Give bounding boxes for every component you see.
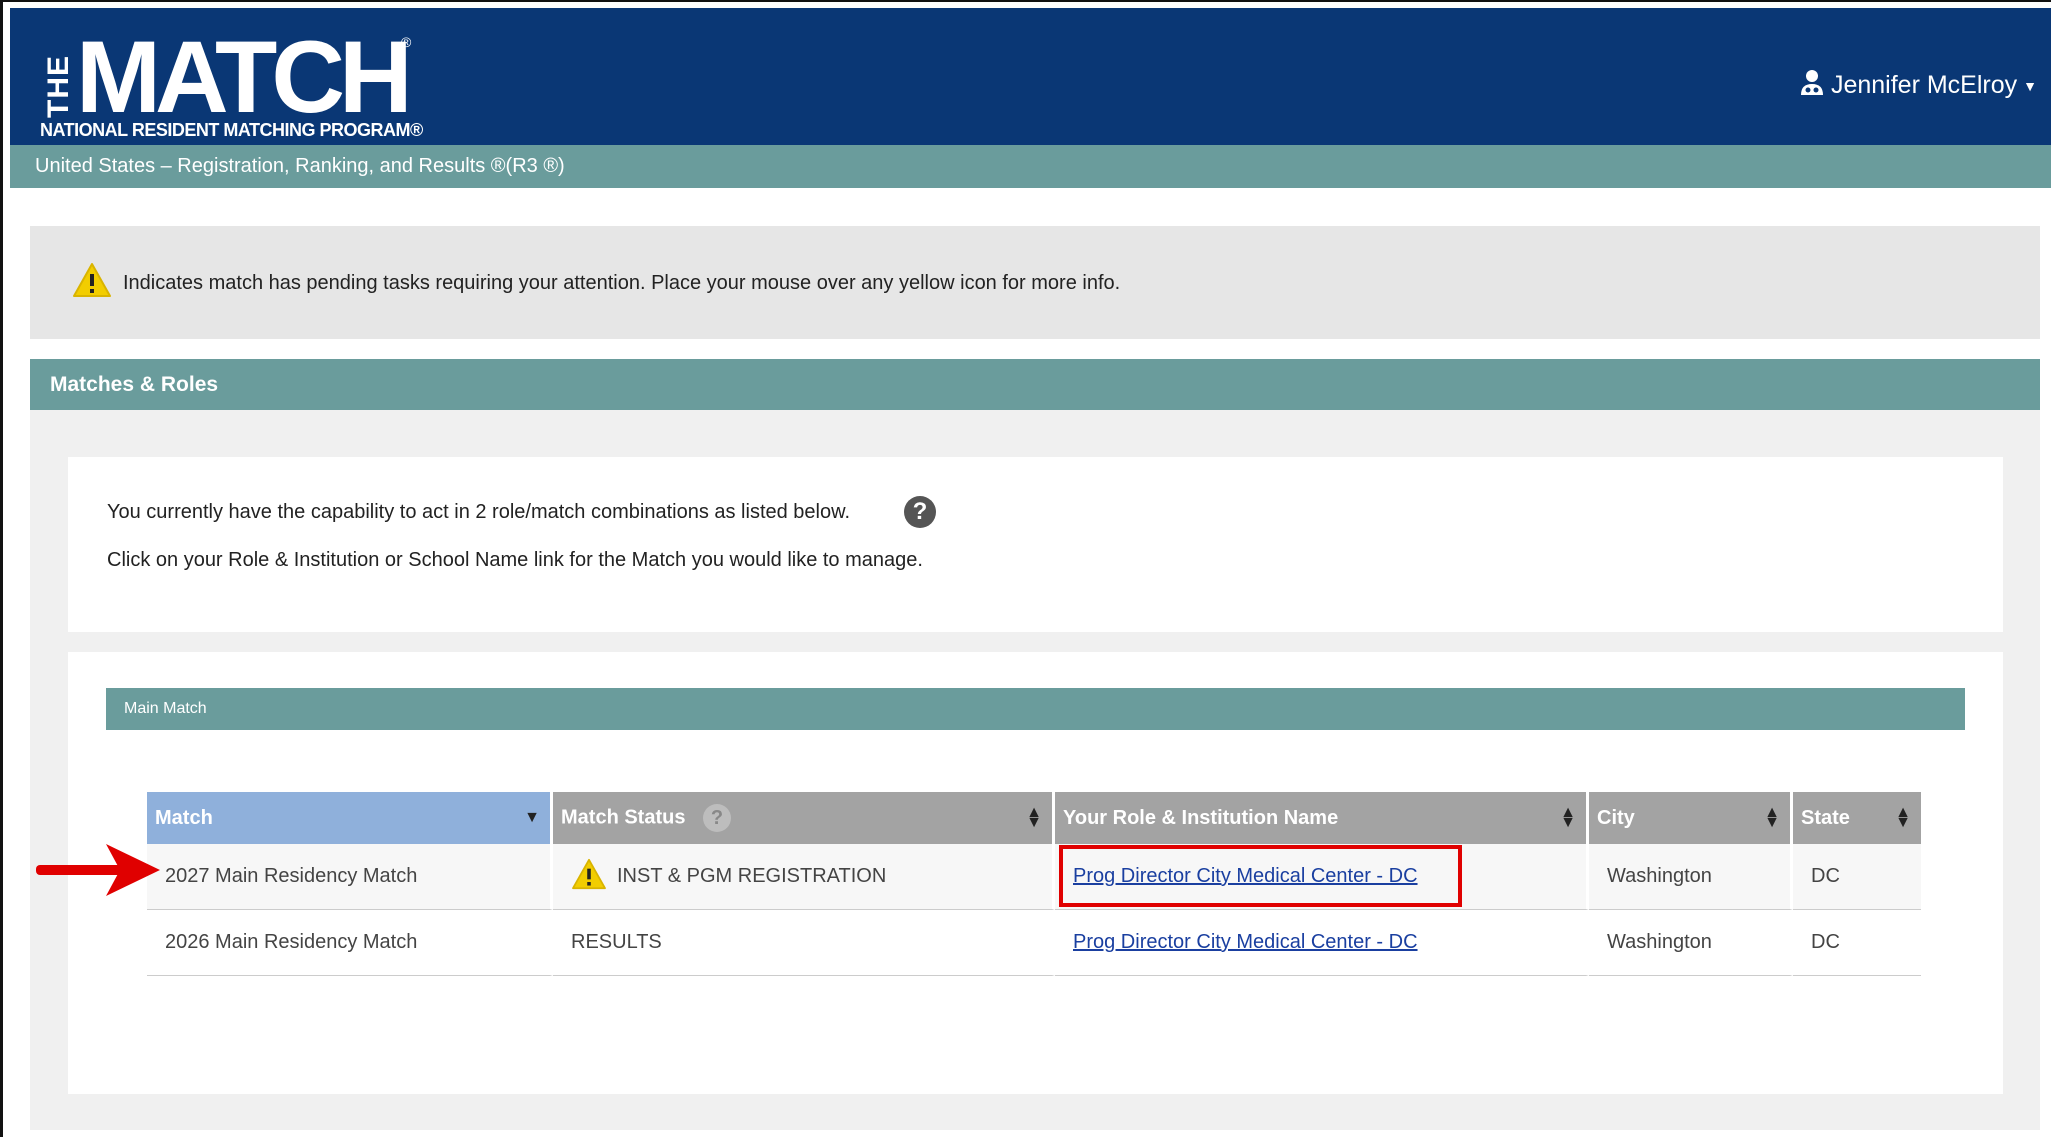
cell-status: INST & PGM REGISTRATION bbox=[553, 844, 1055, 910]
table-row: 2026 Main Residency Match RESULTS Prog D… bbox=[147, 910, 1921, 976]
table-header-row: Match ▼ Match Status ? ▲ ▼ Your Role & In… bbox=[147, 792, 1921, 844]
column-header-state[interactable]: State ▲ ▼ bbox=[1793, 792, 1921, 844]
logo-the: THE bbox=[42, 55, 75, 118]
matches-table: Match ▼ Match Status ? ▲ ▼ Your Role & In… bbox=[147, 792, 1921, 976]
notice-text: Indicates match has pending tasks requir… bbox=[123, 272, 1121, 294]
column-header-match-status[interactable]: Match Status ? ▲ ▼ bbox=[553, 792, 1055, 844]
chevron-down-icon: ▼ bbox=[2023, 77, 2037, 94]
section-title: Matches & Roles bbox=[30, 359, 2040, 410]
sort-icon: ▲ ▼ bbox=[1895, 804, 1911, 831]
role-institution-link[interactable]: Prog Director City Medical Center - DC bbox=[1073, 865, 1418, 887]
column-header-city[interactable]: City ▲ ▼ bbox=[1589, 792, 1793, 844]
cell-match: 2026 Main Residency Match bbox=[147, 910, 553, 976]
logo-tagline: NATIONAL RESIDENT MATCHING PROGRAM® bbox=[40, 120, 423, 140]
registered-mark: ® bbox=[401, 34, 412, 50]
info-line-1: You currently have the capability to act… bbox=[107, 501, 851, 523]
column-label: Match Status bbox=[561, 806, 686, 829]
cell-role: Prog Director City Medical Center - DC bbox=[1055, 844, 1589, 910]
sort-icon: ▲ ▼ bbox=[1764, 804, 1780, 831]
logo-match: MATCH bbox=[76, 20, 413, 134]
red-arrow-annotation bbox=[34, 842, 164, 903]
user-name: Jennifer McElroy bbox=[1830, 71, 2018, 99]
breadcrumb: United States – Registration, Ranking, a… bbox=[10, 145, 2051, 188]
nrmp-logo[interactable]: THE MATCH ® NATIONAL RESIDENT MATCHING P… bbox=[38, 26, 423, 145]
column-label: Your Role & Institution Name bbox=[1063, 806, 1339, 829]
column-header-role-institution[interactable]: Your Role & Institution Name ▲ ▼ bbox=[1055, 792, 1589, 844]
sort-icon: ▲ ▼ bbox=[1560, 804, 1576, 831]
main-match-title: Main Match bbox=[106, 688, 1965, 730]
role-institution-link[interactable]: Prog Director City Medical Center - DC bbox=[1073, 931, 1418, 953]
sort-desc-icon: ▼ bbox=[524, 809, 540, 826]
cell-match: 2027 Main Residency Match bbox=[147, 844, 553, 910]
column-label: Match bbox=[155, 806, 213, 829]
table-row: 2027 Main Residency Match INST & PGM REG… bbox=[147, 844, 1921, 910]
cell-city: Washington bbox=[1589, 910, 1793, 976]
user-icon bbox=[1799, 68, 1825, 103]
column-label: City bbox=[1597, 806, 1635, 829]
help-icon[interactable]: ? bbox=[904, 496, 936, 528]
cell-role: Prog Director City Medical Center - DC bbox=[1055, 910, 1589, 976]
notice-banner: Indicates match has pending tasks requir… bbox=[30, 226, 2040, 339]
info-line-2: Click on your Role & Institution or Scho… bbox=[107, 549, 923, 571]
column-label: State bbox=[1801, 806, 1850, 829]
column-header-match[interactable]: Match ▼ bbox=[147, 792, 553, 844]
status-text: INST & PGM REGISTRATION bbox=[617, 865, 887, 887]
app-header: THE MATCH ® NATIONAL RESIDENT MATCHING P… bbox=[10, 8, 2051, 145]
warning-icon[interactable] bbox=[571, 858, 607, 896]
user-menu[interactable]: Jennifer McElroy ▼ bbox=[1799, 68, 2037, 103]
info-panel: You currently have the capability to act… bbox=[68, 457, 2003, 632]
cell-state: DC bbox=[1793, 844, 1921, 910]
cell-city: Washington bbox=[1589, 844, 1793, 910]
sort-icon: ▲ ▼ bbox=[1026, 804, 1042, 831]
warning-icon bbox=[72, 262, 112, 303]
cell-status: RESULTS bbox=[553, 910, 1055, 976]
cell-state: DC bbox=[1793, 910, 1921, 976]
help-icon[interactable]: ? bbox=[703, 804, 732, 832]
